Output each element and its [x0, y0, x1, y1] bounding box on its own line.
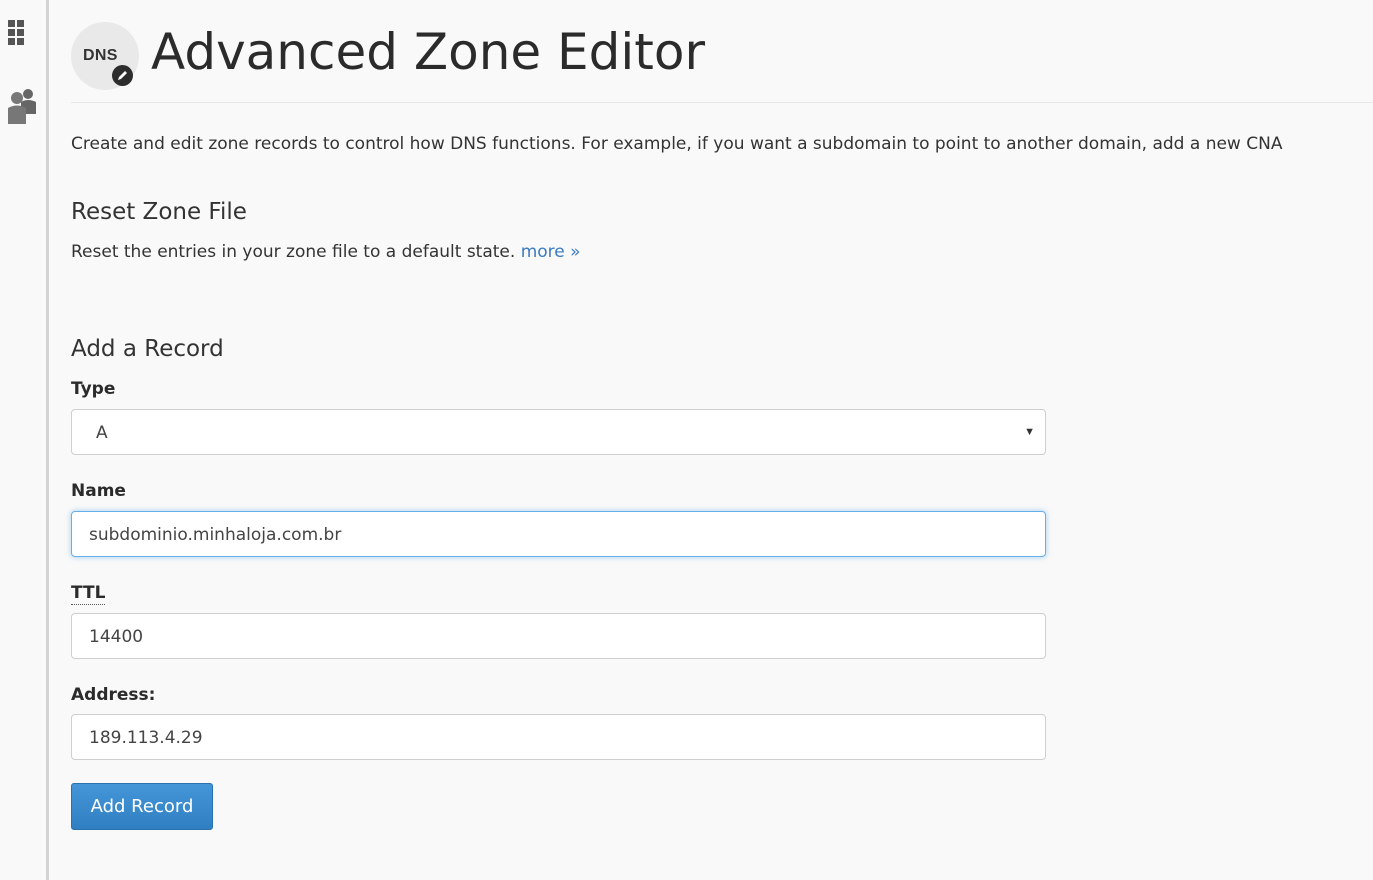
type-label: Type: [71, 379, 116, 399]
type-select-value: A: [96, 423, 108, 443]
dns-app-icon: DNS: [71, 22, 139, 90]
main-content: DNS Advanced Zone Editor Create and edit…: [71, 0, 1373, 880]
users-icon[interactable]: [8, 88, 38, 129]
ttl-input-value: 14400: [89, 627, 144, 647]
caret-down-icon: ▼: [1024, 426, 1035, 438]
reset-zone-text: Reset the entries in your zone file to a…: [71, 242, 516, 262]
page-title: Advanced Zone Editor: [151, 23, 706, 81]
address-input-value: 189.113.4.29: [89, 728, 203, 748]
page-header: DNS Advanced Zone Editor: [71, 20, 1373, 103]
address-label: Address:: [71, 685, 156, 705]
reset-zone-description: Reset the entries in your zone file to a…: [71, 240, 581, 264]
ttl-input[interactable]: 14400: [71, 613, 1046, 659]
dns-badge-text: DNS: [83, 47, 118, 64]
grid-icon[interactable]: [8, 20, 32, 59]
type-select[interactable]: A ▼: [71, 409, 1046, 455]
name-input-value: subdominio.minhaloja.com.br: [89, 525, 342, 545]
page-description: Create and edit zone records to control …: [71, 134, 1283, 154]
ttl-label-text: TTL: [71, 583, 106, 605]
left-sidebar: [0, 0, 49, 880]
add-record-button[interactable]: Add Record: [71, 783, 213, 830]
name-label: Name: [71, 481, 126, 501]
name-input[interactable]: subdominio.minhaloja.com.br: [71, 511, 1046, 557]
reset-zone-heading: Reset Zone File: [71, 199, 247, 225]
add-record-heading: Add a Record: [71, 336, 224, 362]
more-link[interactable]: more »: [521, 242, 581, 262]
ttl-label: TTL: [71, 582, 106, 605]
address-input[interactable]: 189.113.4.29: [71, 714, 1046, 760]
pencil-icon: [112, 65, 133, 86]
